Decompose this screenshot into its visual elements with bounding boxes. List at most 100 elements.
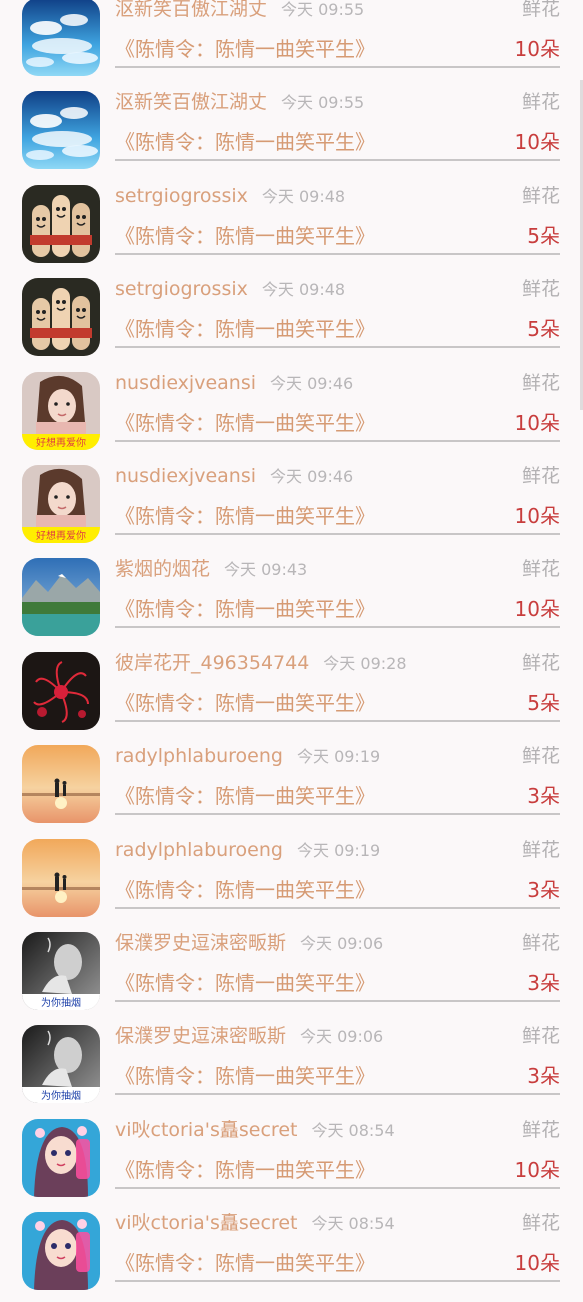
gift-count: 10朵 [514,37,560,61]
gift-type-label: 鲜花 [521,0,560,20]
sender-name[interactable]: setrgiogrossix [115,278,248,300]
song-title-link[interactable]: 《陈情令：陈情一曲笑平生》 [115,877,375,903]
sender-info: 保濮罗史逗涑密畈斯 今天 09:06 [115,1024,383,1049]
song-title-link[interactable]: 《陈情令：陈情一曲笑平生》 [115,1250,375,1276]
user-avatar[interactable] [22,184,100,263]
song-title-link[interactable]: 《陈情令：陈情一曲笑平生》 [115,783,375,809]
user-avatar[interactable] [22,1118,100,1197]
user-avatar[interactable] [22,91,100,170]
song-title-link[interactable]: 《陈情令：陈情一曲笑平生》 [115,410,375,436]
gift-type-label: 鲜花 [521,838,560,861]
gift-record-row[interactable]: 好想再爱你 nusdiexjveansi 今天 09:46 鲜花 《陈情令：陈情一曲笑平… [0,462,583,555]
sender-name[interactable]: 紫烟的烟花 [115,558,210,580]
user-avatar[interactable]: 好想再爱你 [22,371,100,450]
sender-info: 沤新笑百傲江湖丈 今天 09:55 [115,0,364,22]
gift-record-list[interactable]: 沤新笑百傲江湖丈 今天 09:55 鲜花 《陈情令：陈情一曲笑平生》 10朵 沤新笑百傲… [0,0,583,1302]
row-divider [115,813,560,816]
user-avatar[interactable] [22,1212,100,1291]
avatar-caption: 为你抽烟 [41,1089,81,1102]
gift-record-row[interactable]: setrgiogrossix 今天 09:48 鲜花《陈情令：陈情一曲笑平生》 5朵 [0,275,583,368]
sender-info: nusdiexjveansi 今天 09:46 [115,371,353,396]
gift-type-label: 鲜花 [521,278,560,301]
send-time: 今天 08:54 [311,1120,395,1140]
song-title-link[interactable]: 《陈情令：陈情一曲笑平生》 [115,316,375,342]
row-divider [115,346,560,349]
gift-record-row[interactable]: 沤新笑百傲江湖丈 今天 09:55 鲜花《陈情令：陈情一曲笑平生》 10朵 [0,0,583,88]
gift-record-row[interactable]: radylphlaburoeng 今天 09:19 鲜花 《陈情令：陈情一曲笑平生》 3… [0,836,583,929]
user-avatar[interactable] [22,745,100,824]
sender-info: radylphlaburoeng 今天 09:19 [115,838,380,863]
user-avatar[interactable] [22,838,100,917]
sender-name[interactable]: nusdiexjveansi [115,465,256,487]
song-title-link[interactable]: 《陈情令：陈情一曲笑平生》 [115,223,375,249]
send-time: 今天 09:19 [296,747,381,767]
song-title-link[interactable]: 《陈情令：陈情一曲笑平生》 [115,1157,375,1183]
user-avatar[interactable]: 好想再爱你 [22,464,100,543]
user-avatar[interactable] [22,651,100,730]
sender-name[interactable]: 保濮罗史逗涑密畈斯 [115,932,286,954]
song-title-link[interactable]: 《陈情令：陈情一曲笑平生》 [115,970,375,996]
gift-type-label: 鲜花 [521,1118,560,1141]
send-time: 今天 09:48 [261,186,346,206]
row-divider [115,1186,560,1189]
sender-name[interactable]: 沤新笑百傲江湖丈 [115,0,267,20]
sender-name[interactable]: setrgiogrossix [115,185,248,207]
sender-info: 保濮罗史逗涑密畈斯 今天 09:06 [115,931,383,956]
row-divider [115,66,560,68]
sender-name[interactable]: 沤新笑百傲江湖丈 [115,91,267,113]
gift-count: 3朵 [527,784,560,809]
song-title-link[interactable]: 《陈情令：陈情一曲笑平生》 [115,690,375,716]
sender-name[interactable]: nusdiexjveansi [115,372,256,394]
gift-type-label: 鲜花 [521,1212,560,1235]
sender-name[interactable]: 彼岸花开_496354744 [115,652,309,674]
gift-record-row[interactable]: 为你抽烟 保濮罗史逗涑密畈斯 今天 09:06 鲜花 《陈情令：陈情一曲笑平生》 3朵 [0,1022,583,1115]
gift-count: 5朵 [527,690,560,715]
user-avatar[interactable] [22,0,100,76]
song-title-link[interactable]: 《陈情令：陈情一曲笑平生》 [115,36,375,62]
gift-count: 10朵 [514,503,560,528]
gift-count: 10朵 [514,410,560,435]
user-avatar[interactable] [22,558,100,637]
gift-record-row[interactable]: 沤新笑百傲江湖丈 今天 09:55 鲜花 《陈情令：陈情一曲笑平生》 10朵 [0,88,583,181]
gift-record-row[interactable]: setrgiogrossix 今天 09:48 鲜花《陈情令：陈情一曲笑平生》 5朵 [0,182,583,275]
sender-name[interactable]: radylphlaburoeng [115,745,283,767]
row-divider [115,906,560,909]
sender-name[interactable]: 保濮罗史逗涑密畈斯 [115,1025,286,1047]
gift-record-row[interactable]: 紫烟的烟花 今天 09:43 鲜花 《陈情令：陈情一曲笑平生》 10朵 [0,555,583,648]
sender-name[interactable]: radylphlaburoeng [115,839,283,861]
gift-record-row[interactable]: 好想再爱你 nusdiexjveansi 今天 09:46 鲜花《陈情令：陈情一曲笑平… [0,369,583,462]
gift-record-row[interactable]: vi吙ctoria's矗secret 今天 08:54 鲜花《陈情令：陈情一曲笑平生… [0,1116,583,1209]
user-avatar[interactable] [22,278,100,357]
gift-type-label: 鲜花 [521,745,560,768]
send-time: 今天 08:54 [311,1214,395,1234]
song-title-link[interactable]: 《陈情令：陈情一曲笑平生》 [115,596,375,622]
sender-info: setrgiogrossix 今天 09:48 [115,277,345,302]
song-title-link[interactable]: 《陈情令：陈情一曲笑平生》 [115,503,375,529]
send-time: 今天 09:55 [281,0,365,19]
sender-info: setrgiogrossix 今天 09:48 [115,184,345,209]
gift-record-row[interactable]: radylphlaburoeng 今天 09:19 鲜花《陈情令：陈情一曲笑平生》 3… [0,742,583,835]
row-divider [115,999,560,1002]
gift-type-label: 鲜花 [521,371,560,394]
gift-type-label: 鲜花 [521,931,560,954]
send-time: 今天 09:06 [300,933,384,953]
sender-name[interactable]: vi吙ctoria's矗secret [115,1119,297,1141]
gift-count: 5朵 [527,317,560,342]
gift-type-label: 鲜花 [521,184,560,207]
user-avatar[interactable]: 为你抽烟 [22,931,100,1010]
gift-record-row[interactable]: 彼岸花开_496354744 今天 09:28 鲜花 《陈情令：陈情一曲笑平生》 5朵 [0,649,583,742]
row-divider [115,1280,560,1283]
send-time: 今天 09:43 [224,560,308,580]
gift-record-row[interactable]: vi吙ctoria's矗secret 今天 08:54 鲜花《陈情令：陈情一曲笑平生… [0,1209,583,1302]
gift-record-row[interactable]: 为你抽烟 保濮罗史逗涑密畈斯 今天 09:06 鲜花 《陈情令：陈情一曲笑平生》 3朵 [0,929,583,1022]
gift-count: 5朵 [527,223,560,248]
sender-info: 彼岸花开_496354744 今天 09:28 [115,651,407,676]
song-title-link[interactable]: 《陈情令：陈情一曲笑平生》 [115,1063,375,1089]
avatar-caption: 好想再爱你 [36,436,86,449]
row-divider [115,252,560,255]
send-time: 今天 09:48 [261,280,346,300]
song-title-link[interactable]: 《陈情令：陈情一曲笑平生》 [115,129,375,155]
user-avatar[interactable]: 为你抽烟 [22,1025,100,1104]
row-divider [115,1093,560,1096]
sender-name[interactable]: vi吙ctoria's矗secret [115,1212,297,1234]
